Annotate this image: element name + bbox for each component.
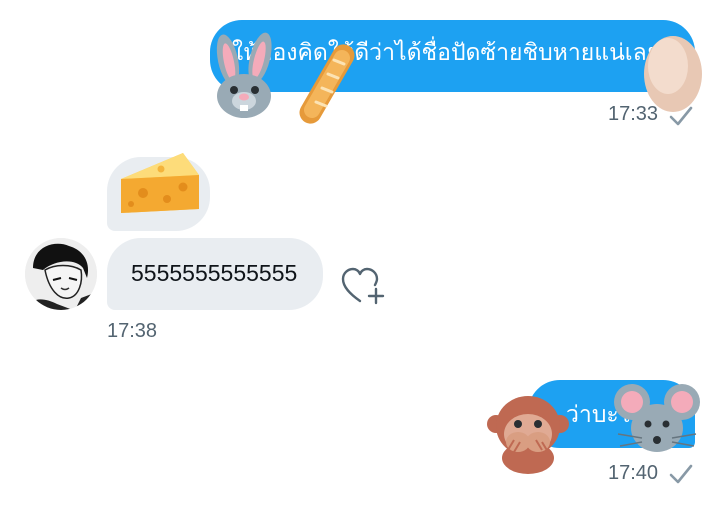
baguette-icon: [299, 44, 355, 124]
message-timestamp: 17:33: [608, 103, 659, 125]
incoming-message-bubble[interactable]: [107, 153, 210, 231]
cheese-wedge-icon: [121, 153, 199, 213]
avatar[interactable]: [25, 238, 97, 310]
message-timestamp: 17:38: [107, 320, 158, 342]
message-text: 5555555555555: [131, 260, 298, 286]
mouse-face-icon: [614, 384, 700, 452]
message-timestamp: 17:40: [608, 462, 659, 484]
rabbit-face-icon: [216, 32, 272, 118]
see-no-evil-monkey-icon: [487, 396, 569, 474]
read-check-icon: [669, 106, 693, 126]
read-check-icon: [669, 464, 693, 484]
incoming-message-bubble[interactable]: 5555555555555: [107, 238, 323, 310]
heart-plus-icon[interactable]: [340, 266, 388, 306]
